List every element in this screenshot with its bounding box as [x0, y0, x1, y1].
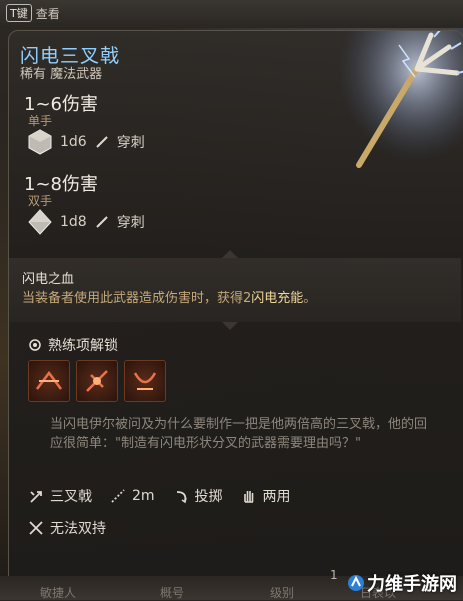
damage-type: 穿刺	[116, 135, 145, 151]
inspect-hint[interactable]: T键 查看	[6, 4, 60, 22]
bottom-tab-2[interactable]: 概号	[160, 584, 184, 601]
d6-die-icon	[28, 129, 52, 155]
watermark: 力维手游网	[347, 570, 457, 596]
bottom-tab-1[interactable]: 敏捷人	[40, 584, 76, 601]
watermark-text: 力维手游网	[367, 574, 457, 595]
bottom-tab-3[interactable]: 级别	[270, 584, 294, 601]
weapon-action-icon	[86, 370, 108, 392]
property-trident: 三叉戟	[28, 486, 92, 506]
proficiency-icon-2[interactable]	[76, 360, 118, 402]
hand-icon	[243, 491, 253, 503]
property-label: 无法双持	[50, 521, 106, 537]
proficiency-icons	[28, 360, 166, 402]
two-hand-label: 双手	[28, 194, 53, 208]
passive-description: 当装备者使用此武器造成伤害时，获得2闪电充能。	[22, 287, 316, 306]
die-notation: 1d8	[60, 214, 87, 230]
proficiency-icon	[29, 339, 41, 351]
separator-notch	[222, 250, 238, 258]
proficiency-icon-3[interactable]	[124, 360, 166, 402]
range-icon	[111, 489, 125, 503]
property-label: 2m	[132, 488, 155, 504]
proficiency-icon-1[interactable]	[28, 360, 70, 402]
d8-die-icon	[28, 209, 52, 235]
proficiency-header: 熟练项解锁	[28, 335, 118, 355]
trident-icon	[30, 491, 42, 503]
property-label: 两用	[262, 489, 291, 505]
weapon-action-icon	[36, 370, 62, 390]
no-dual-wield-icon	[29, 521, 43, 535]
flavor-text: 当闪电伊尔被问及为什么要制作一把是他两倍高的三叉戟，他的回应很简单："制造有闪电…	[50, 417, 428, 451]
damage-type: 穿刺	[116, 215, 145, 231]
property-label: 投掷	[194, 489, 223, 505]
passive-highlight: 闪电充能	[251, 291, 304, 306]
passive-desc-suffix: 。	[303, 291, 317, 306]
one-hand-label: 单手	[28, 114, 53, 128]
piercing-icon	[95, 216, 108, 228]
passive-title: 闪电之血	[22, 272, 75, 287]
property-no-dual-wield: 无法双持	[28, 518, 106, 538]
die-notation: 1d6	[60, 134, 87, 150]
damage-dice-row-one-hand: 1d6 穿刺	[28, 129, 145, 155]
piercing-icon	[95, 136, 108, 148]
separator-notch	[222, 322, 238, 330]
property-versatile: 两用	[241, 486, 291, 506]
passive-desc-prefix: 当装备者使用此武器造成伤害时，获得2	[22, 291, 252, 306]
top-strip	[0, 0, 463, 28]
trident-art-icon	[339, 31, 463, 175]
watermark-logo-icon	[348, 575, 364, 591]
weapon-action-icon	[133, 372, 157, 390]
t-key-badge: T键	[6, 4, 32, 22]
price-partial: 1	[330, 568, 338, 582]
damage-dice-row-two-hand: 1d8 穿刺	[28, 209, 145, 235]
property-label: 三叉戟	[50, 489, 92, 505]
throw-icon	[176, 491, 187, 504]
property-range: 2m	[110, 488, 155, 504]
proficiency-title: 熟练项解锁	[48, 338, 118, 354]
item-rarity-type: 稀有 魔法武器	[20, 67, 103, 82]
inspect-label: 查看	[35, 6, 60, 21]
property-throw: 投掷	[173, 486, 223, 506]
weapon-properties: 三叉戟 2m 投掷 两用	[28, 486, 291, 506]
